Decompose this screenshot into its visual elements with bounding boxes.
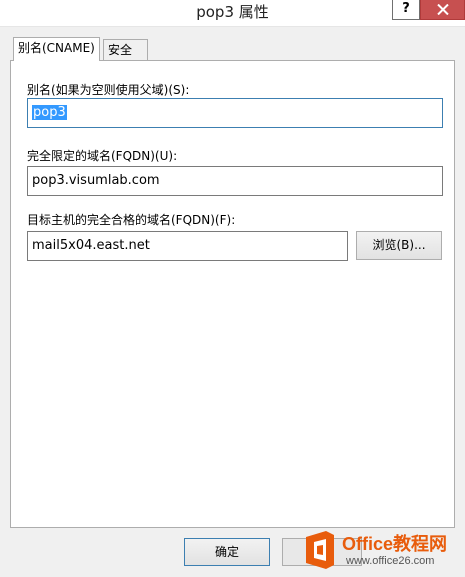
alias-label: 别名(如果为空则使用父域)(S): bbox=[27, 83, 190, 97]
browse-button[interactable]: 浏览(B)... bbox=[356, 231, 442, 260]
alias-input[interactable]: pop3 bbox=[27, 98, 443, 128]
tab-cname[interactable]: 别名(CNAME) bbox=[13, 37, 100, 61]
fqdn-input[interactable]: pop3.visumlab.com bbox=[27, 166, 443, 196]
close-icon bbox=[437, 4, 449, 15]
ok-button[interactable]: 确定 bbox=[184, 538, 270, 566]
help-button[interactable]: ? bbox=[392, 0, 420, 20]
office-logo-icon bbox=[306, 531, 334, 569]
watermark-brand: Office教程网 bbox=[342, 534, 448, 554]
target-label: 目标主机的完全合格的域名(FQDN)(F): bbox=[27, 213, 236, 227]
fqdn-label: 完全限定的域名(FQDN)(U): bbox=[27, 149, 178, 163]
target-input[interactable]: mail5x04.east.net bbox=[27, 231, 348, 261]
close-button[interactable] bbox=[420, 0, 465, 20]
watermark-url: www.office26.com bbox=[346, 555, 435, 567]
alias-value: pop3 bbox=[32, 105, 67, 120]
tab-security[interactable]: 安全 bbox=[103, 39, 148, 61]
tab-panel: 别名(如果为空则使用父域)(S): pop3 完全限定的域名(FQDN)(U):… bbox=[10, 60, 455, 528]
